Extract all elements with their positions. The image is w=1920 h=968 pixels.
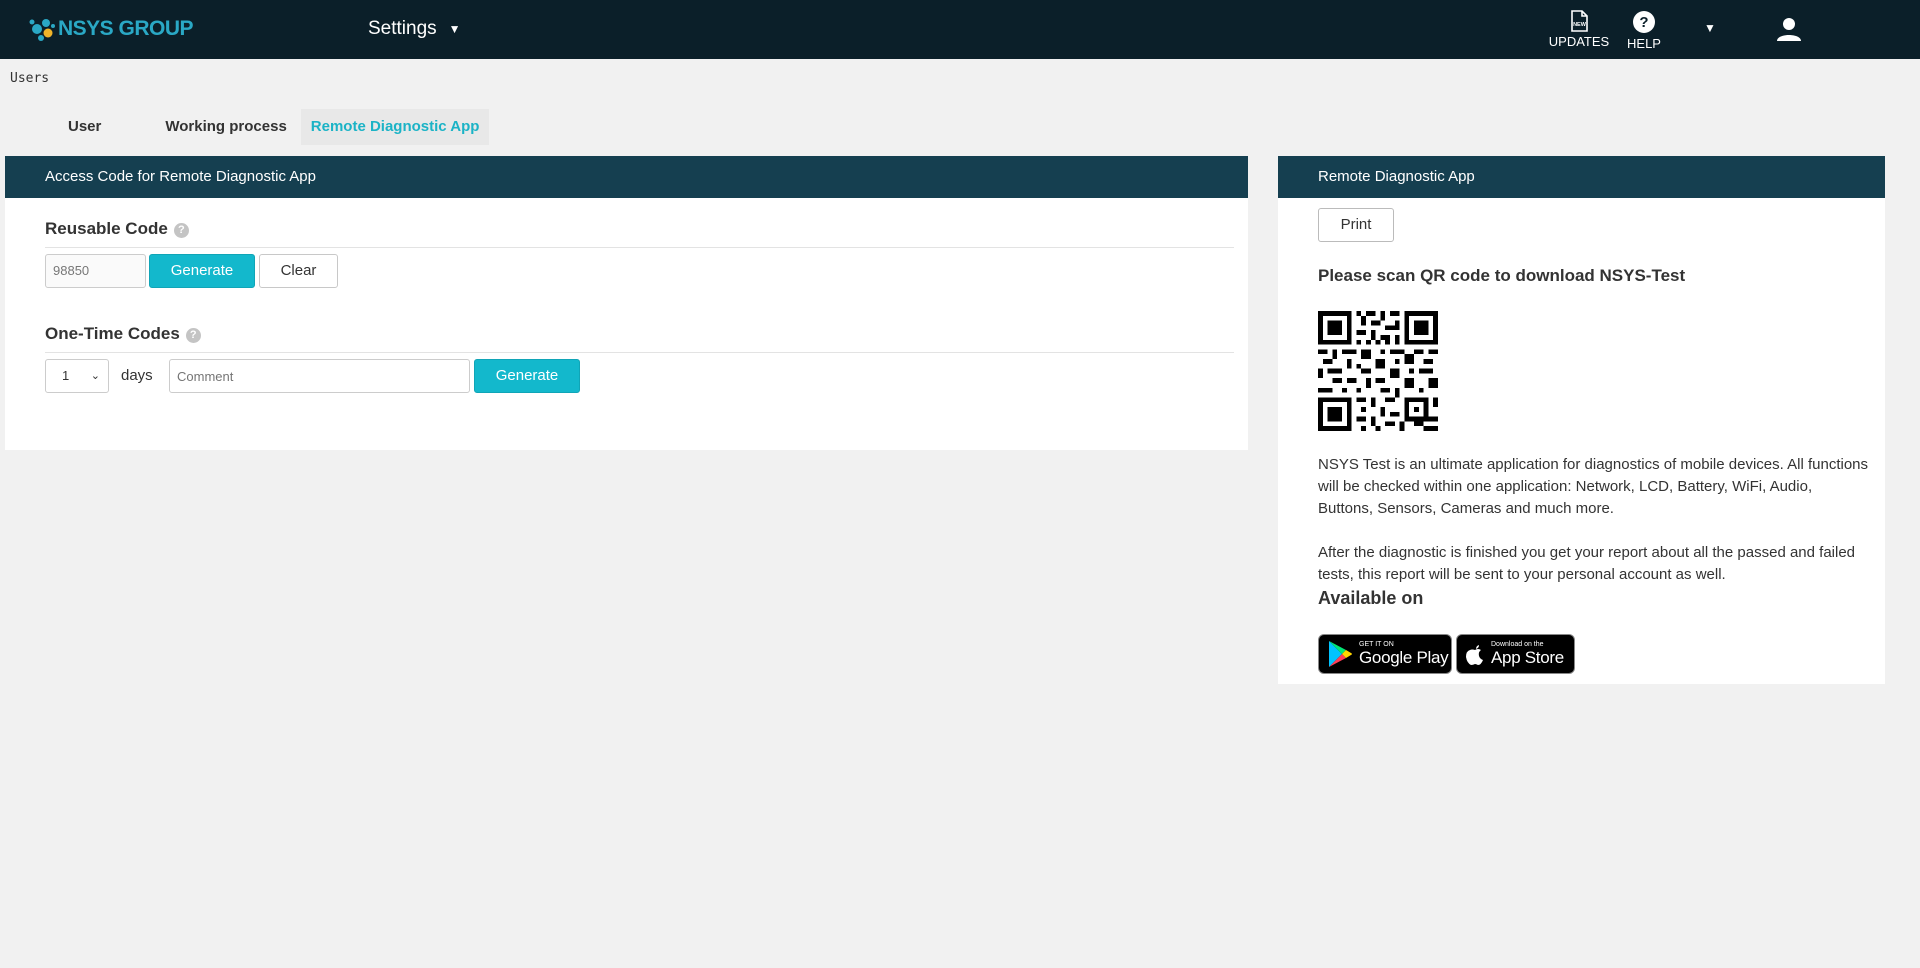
app-report-description: After the diagnostic is finished you get… (1318, 544, 1856, 583)
app-store-label: App Store (1491, 648, 1564, 667)
google-play-button[interactable]: GET IT ON Google Play (1318, 634, 1452, 674)
svg-text:?: ? (1639, 14, 1648, 31)
help-tooltip-icon[interactable]: ? (185, 328, 201, 343)
apple-icon (1466, 645, 1483, 665)
logo[interactable]: NSYS GROUP (28, 14, 194, 44)
tab-bar: User Working process Remote Diagnostic A… (0, 109, 490, 145)
top-bar: NSYS GROUP Settings ▼ NEW UPDATES ? HELP… (0, 0, 1920, 59)
one-time-codes-label: One-Time Codes (45, 324, 180, 343)
reusable-code-label: Reusable Code (45, 219, 168, 238)
divider (45, 352, 1234, 353)
dropdown-caret-icon[interactable]: ▼ (1704, 21, 1716, 35)
tab-remote-diagnostic-app[interactable]: Remote Diagnostic App (300, 109, 490, 145)
access-code-panel: Access Code for Remote Diagnostic App Re… (5, 156, 1248, 450)
generate-one-time-code-button[interactable]: Generate (474, 359, 580, 393)
generate-reusable-code-button[interactable]: Generate (149, 254, 255, 288)
one-time-codes-title: One-Time Codes ? (45, 324, 201, 344)
clear-button[interactable]: Clear (259, 254, 338, 288)
settings-menu[interactable]: Settings ▼ (368, 18, 461, 40)
help-tooltip-icon[interactable]: ? (173, 223, 189, 238)
new-document-icon: NEW (1571, 10, 1588, 32)
qr-code-icon (1318, 311, 1438, 431)
logo-text: NSYS GROUP (58, 17, 194, 40)
chevron-down-icon: ⌄ (90, 370, 100, 382)
updates-label: UPDATES (1548, 34, 1610, 49)
app-description: NSYS Test is an ultimate application for… (1318, 456, 1869, 517)
help-button[interactable]: ? HELP (1622, 10, 1666, 51)
help-icon: ? (1633, 11, 1655, 33)
days-select-value: 1 (62, 368, 70, 383)
reusable-code-field[interactable]: 98850 (45, 254, 146, 288)
qr-title: Please scan QR code to download NSYS-Tes… (1318, 266, 1686, 285)
days-select[interactable]: 1 ⌄ (45, 359, 109, 393)
days-label: days (121, 367, 153, 384)
new-badge: NEW (1573, 22, 1587, 28)
help-label: HELP (1627, 36, 1661, 51)
access-code-panel-title: Access Code for Remote Diagnostic App (5, 156, 1248, 198)
divider (45, 247, 1234, 248)
updates-button[interactable]: NEW UPDATES (1548, 10, 1610, 49)
breadcrumb: Users (10, 71, 50, 86)
remote-app-panel-title: Remote Diagnostic App (1278, 156, 1885, 198)
available-on-label: Available on (1318, 588, 1424, 608)
remote-app-panel: Remote Diagnostic App Print Please scan … (1278, 156, 1885, 684)
tab-working-process[interactable]: Working process (155, 109, 296, 145)
tab-user[interactable]: User (58, 109, 111, 145)
google-play-icon (1329, 641, 1352, 667)
user-account-icon[interactable] (1776, 16, 1802, 42)
reusable-code-title: Reusable Code ? (45, 219, 189, 239)
settings-menu-label: Settings (368, 18, 437, 39)
print-button[interactable]: Print (1318, 208, 1394, 242)
google-play-label: Google Play (1359, 648, 1449, 667)
caret-down-icon: ▼ (448, 22, 461, 36)
logo-icon (29, 19, 55, 41)
comment-input[interactable] (169, 359, 470, 393)
app-store-button[interactable]: Download on the App Store (1456, 634, 1575, 674)
